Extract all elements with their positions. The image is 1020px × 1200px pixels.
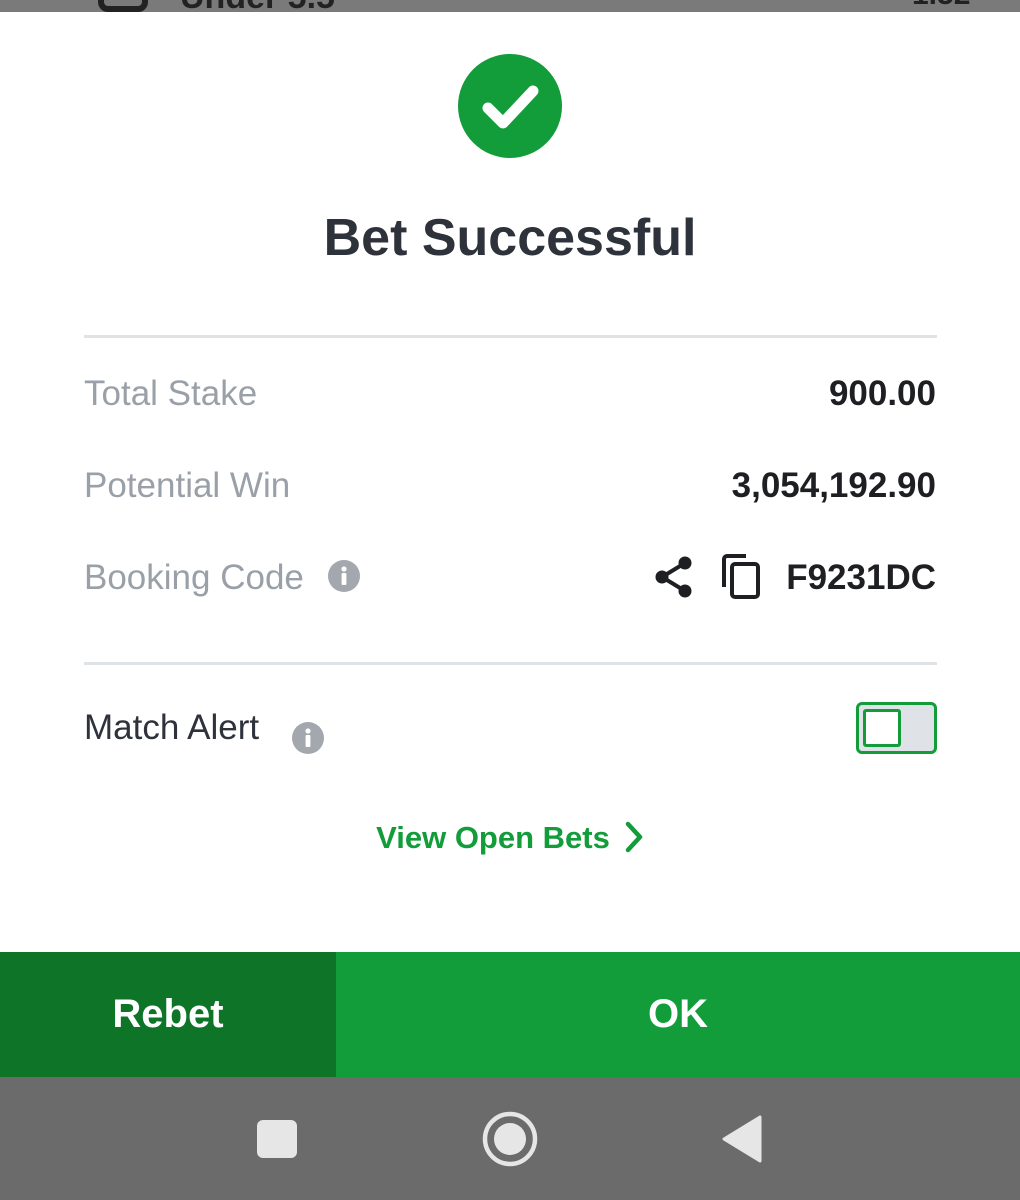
rebet-button[interactable]: Rebet [0,952,336,1077]
background-market-label: Under 5.5 [180,0,335,12]
background-odds-label: 1.52 [912,0,970,12]
toggle-knob [863,709,901,747]
share-icon[interactable] [654,555,694,599]
back-button[interactable] [720,1114,764,1164]
view-open-bets-label: View Open Bets [376,820,610,855]
dialog-title: Bet Successful [323,209,697,267]
triangle-back-icon [722,1115,762,1163]
soccer-ball-icon [98,0,148,12]
info-icon[interactable] [328,560,360,592]
copy-icon[interactable] [720,553,762,601]
circle-icon [482,1111,538,1167]
total-stake-label: Total Stake [84,374,258,413]
home-button[interactable] [481,1110,539,1168]
match-alert-label: Match Alert [84,708,260,747]
app-screen: Under 5.5 1.52 Bet Successful Total Stak… [0,0,1020,1200]
chevron-right-icon [624,821,644,853]
potential-win-value: 3,054,192.90 [731,466,936,505]
potential-win-label: Potential Win [84,466,291,505]
divider-bottom [84,662,937,665]
total-stake-value: 900.00 [828,374,936,413]
ok-button[interactable]: OK [336,952,1020,1077]
background-bet-list-peek: Under 5.5 1.52 [0,0,1020,12]
match-alert-toggle[interactable] [856,702,937,754]
view-open-bets-link[interactable]: View Open Bets [0,820,1020,856]
recent-apps-button[interactable] [256,1119,298,1159]
booking-code-value[interactable]: F9231DC [786,558,936,598]
divider-top [84,335,937,338]
match-alert-info-icon[interactable] [292,722,324,754]
booking-code-label: Booking Code [84,558,304,597]
android-nav-bar [0,1077,1020,1200]
check-circle-icon [458,54,562,158]
bet-success-dialog: Bet Successful Total Stake 900.00 Potent… [0,12,1020,952]
square-icon [257,1120,297,1158]
